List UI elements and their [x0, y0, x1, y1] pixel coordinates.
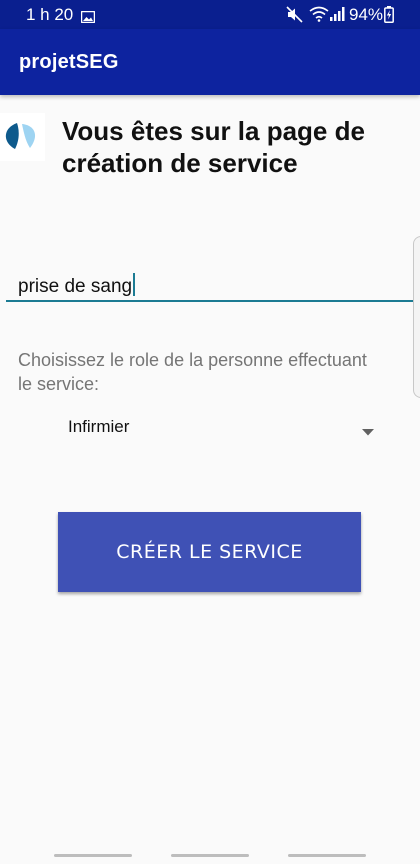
mute-icon	[286, 6, 304, 28]
role-select[interactable]: Infirmier	[52, 410, 382, 444]
status-bar: 1 h 20 94%	[0, 0, 420, 29]
role-label: Choisissez le role de la personne effect…	[18, 350, 367, 394]
app-title: projetSEG	[19, 51, 119, 73]
status-time: 1 h 20	[26, 5, 74, 24]
create-service-button[interactable]: CRÉER LE SERVICE	[58, 512, 361, 592]
battery-charging-icon	[384, 6, 394, 28]
scroll-handle[interactable]	[413, 236, 420, 398]
battery-percent: 94%	[349, 5, 384, 24]
gallery-icon	[80, 8, 96, 28]
app-logo	[0, 113, 45, 161]
app-bar: projetSEG	[0, 29, 420, 95]
role-selected-value: Infirmier	[68, 417, 130, 436]
service-name-value: prise de sang	[18, 276, 133, 297]
nav-recent-button[interactable]	[54, 854, 132, 857]
signal-icon	[330, 6, 346, 27]
text-cursor	[133, 273, 136, 296]
nav-back-button[interactable]	[288, 854, 366, 857]
nav-home-button[interactable]	[171, 854, 249, 857]
navigation-bar	[0, 846, 420, 864]
service-name-input[interactable]: prise de sang	[6, 266, 413, 302]
page-title: Vous êtes sur la page de création de ser…	[62, 116, 365, 178]
wifi-icon	[309, 6, 329, 27]
dropdown-arrow-icon	[362, 423, 374, 441]
